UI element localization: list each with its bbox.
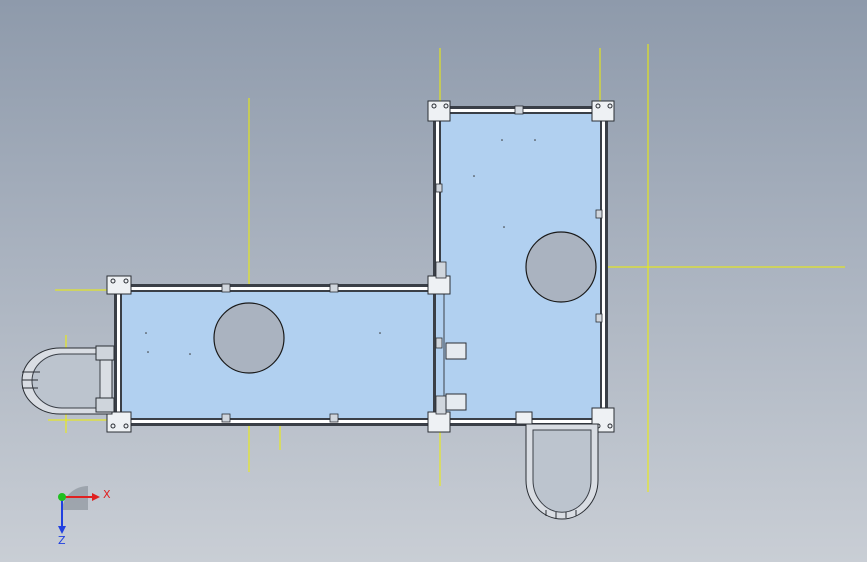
cutout-hole-left	[213, 302, 285, 374]
model-scene[interactable]: X Z	[0, 0, 867, 562]
axis-x-label: X	[103, 488, 111, 501]
cad-viewport[interactable]: X Z	[0, 0, 867, 562]
curved-conveyor-left[interactable]	[21, 345, 115, 415]
cutout-hole-right	[525, 231, 597, 303]
curved-conveyor-bottom[interactable]	[525, 423, 599, 520]
plate-left-section[interactable]	[114, 284, 447, 426]
coordinate-triad: X Z	[58, 485, 111, 547]
axis-z-label: Z	[58, 534, 66, 547]
